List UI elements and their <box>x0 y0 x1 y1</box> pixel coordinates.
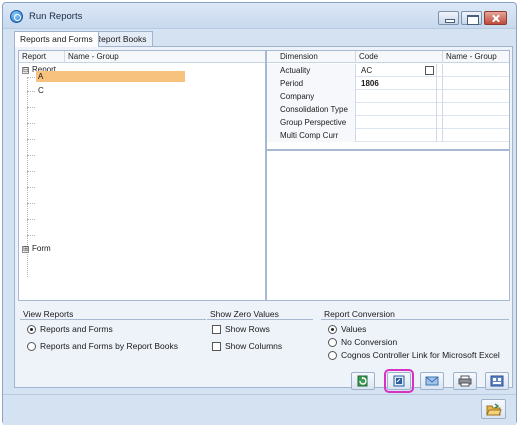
column-header-name-group[interactable]: Name - Group <box>65 51 267 63</box>
dimension-row[interactable]: Actuality AC <box>267 64 509 77</box>
reports-and-forms-radio[interactable] <box>27 325 36 334</box>
tree-guide-tick <box>27 123 35 124</box>
tree-guide-tick <box>27 171 35 172</box>
app-icon <box>10 10 23 23</box>
tree-guide-tick <box>27 139 35 140</box>
column-header-dimension[interactable]: Dimension <box>267 51 356 63</box>
dimension-code[interactable] <box>356 103 437 116</box>
dimension-code[interactable] <box>356 90 437 103</box>
group-divider <box>207 319 313 320</box>
email-icon <box>425 376 439 386</box>
dimension-name <box>443 90 511 103</box>
column-header-code[interactable]: Code <box>356 51 443 63</box>
export-button[interactable] <box>485 372 509 390</box>
excel-link-label[interactable]: Cognos Controller Link for Microsoft Exc… <box>341 350 500 360</box>
grid-splitter[interactable] <box>267 149 509 151</box>
no-conversion-radio[interactable] <box>328 338 337 347</box>
open-folder-button[interactable] <box>481 399 506 419</box>
dimension-name <box>443 64 511 77</box>
dimension-name <box>443 129 511 142</box>
dimension-row[interactable]: Company <box>267 90 509 103</box>
tree-guide-tick <box>27 235 35 236</box>
dimension-row[interactable]: Group Perspective <box>267 116 509 129</box>
dimension-name <box>443 103 511 116</box>
dimension-label: Group Perspective <box>267 116 356 129</box>
actuality-checkbox[interactable] <box>425 66 434 75</box>
dimension-code[interactable] <box>356 129 437 142</box>
dimension-grid[interactable]: Dimension Code Name - Group Actuality AC… <box>266 50 510 301</box>
tree-guide-tick <box>27 187 35 188</box>
tab-reports-and-forms[interactable]: Reports and Forms <box>14 31 99 47</box>
close-button[interactable] <box>484 11 507 25</box>
tree-guide-tick <box>27 219 35 220</box>
dimension-code[interactable]: 1806 <box>356 77 437 90</box>
values-radio[interactable] <box>328 325 337 334</box>
show-columns-label[interactable]: Show Columns <box>225 341 282 351</box>
dimension-label: Multi Comp Curr <box>267 129 356 142</box>
dimension-name <box>443 116 511 129</box>
show-rows-label[interactable]: Show Rows <box>225 324 270 334</box>
dimension-label: Period <box>267 77 356 90</box>
maximize-button[interactable] <box>461 11 482 25</box>
tree-guide-tick <box>27 77 35 78</box>
print-icon <box>458 375 472 387</box>
refresh-button[interactable] <box>351 372 375 390</box>
group-divider <box>20 319 206 320</box>
view-reports-title: View Reports <box>23 309 74 319</box>
reports-tree-grid[interactable]: Report Name - Group ⊟ Report A C ⊞ Form <box>18 50 266 301</box>
dimension-name <box>443 77 511 90</box>
dimension-label: Actuality <box>267 64 356 77</box>
excel-link-radio[interactable] <box>328 351 337 360</box>
selected-row[interactable] <box>36 71 185 82</box>
reports-and-forms-label[interactable]: Reports and Forms <box>40 324 113 334</box>
preview-icon <box>393 375 405 387</box>
reports-by-books-label[interactable]: Reports and Forms by Report Books <box>40 341 178 351</box>
dimension-row[interactable]: Multi Comp Curr <box>267 129 509 142</box>
email-button[interactable] <box>420 372 444 390</box>
tree-guide-tick <box>27 107 35 108</box>
tree-guide-tick <box>27 91 35 92</box>
reports-by-books-radio[interactable] <box>27 342 36 351</box>
column-header-report[interactable]: Report <box>19 51 65 63</box>
dimension-row[interactable]: Period 1806 <box>267 77 509 90</box>
collapse-icon[interactable]: ⊟ <box>22 67 29 74</box>
report-conversion-title: Report Conversion <box>324 309 395 319</box>
refresh-icon <box>357 375 368 387</box>
title-bar: Run Reports <box>3 3 516 29</box>
dimension-label: Consolidation Type <box>267 103 356 116</box>
expand-icon[interactable]: ⊞ <box>22 246 29 253</box>
tree-node-form[interactable]: Form <box>32 244 51 253</box>
group-divider <box>321 319 509 320</box>
export-icon <box>490 375 504 387</box>
status-bar <box>3 394 516 425</box>
no-conversion-label[interactable]: No Conversion <box>341 337 397 347</box>
dimension-label: Company <box>267 90 356 103</box>
tree-item-c[interactable]: C <box>38 86 44 95</box>
print-button[interactable] <box>453 372 477 390</box>
window-title: Run Reports <box>29 11 83 22</box>
reports-and-forms-panel: Report Name - Group ⊟ Report A C ⊞ Form <box>14 46 513 393</box>
tree-guide-tick <box>27 155 35 156</box>
minimize-button[interactable] <box>438 11 459 25</box>
show-rows-checkbox[interactable] <box>212 325 221 334</box>
preview-button[interactable] <box>384 369 414 393</box>
open-folder-icon <box>486 403 502 416</box>
run-reports-window: Run Reports Reports and Forms Report Boo… <box>2 2 517 425</box>
tree-guide-tick <box>27 203 35 204</box>
tree-item-a[interactable]: A <box>38 72 43 81</box>
dimension-code[interactable] <box>356 116 437 129</box>
show-zero-values-title: Show Zero Values <box>210 309 279 319</box>
dimension-row[interactable]: Consolidation Type <box>267 103 509 116</box>
values-label[interactable]: Values <box>341 324 366 334</box>
column-header-name-group[interactable]: Name - Group <box>443 51 511 63</box>
show-columns-checkbox[interactable] <box>212 342 221 351</box>
